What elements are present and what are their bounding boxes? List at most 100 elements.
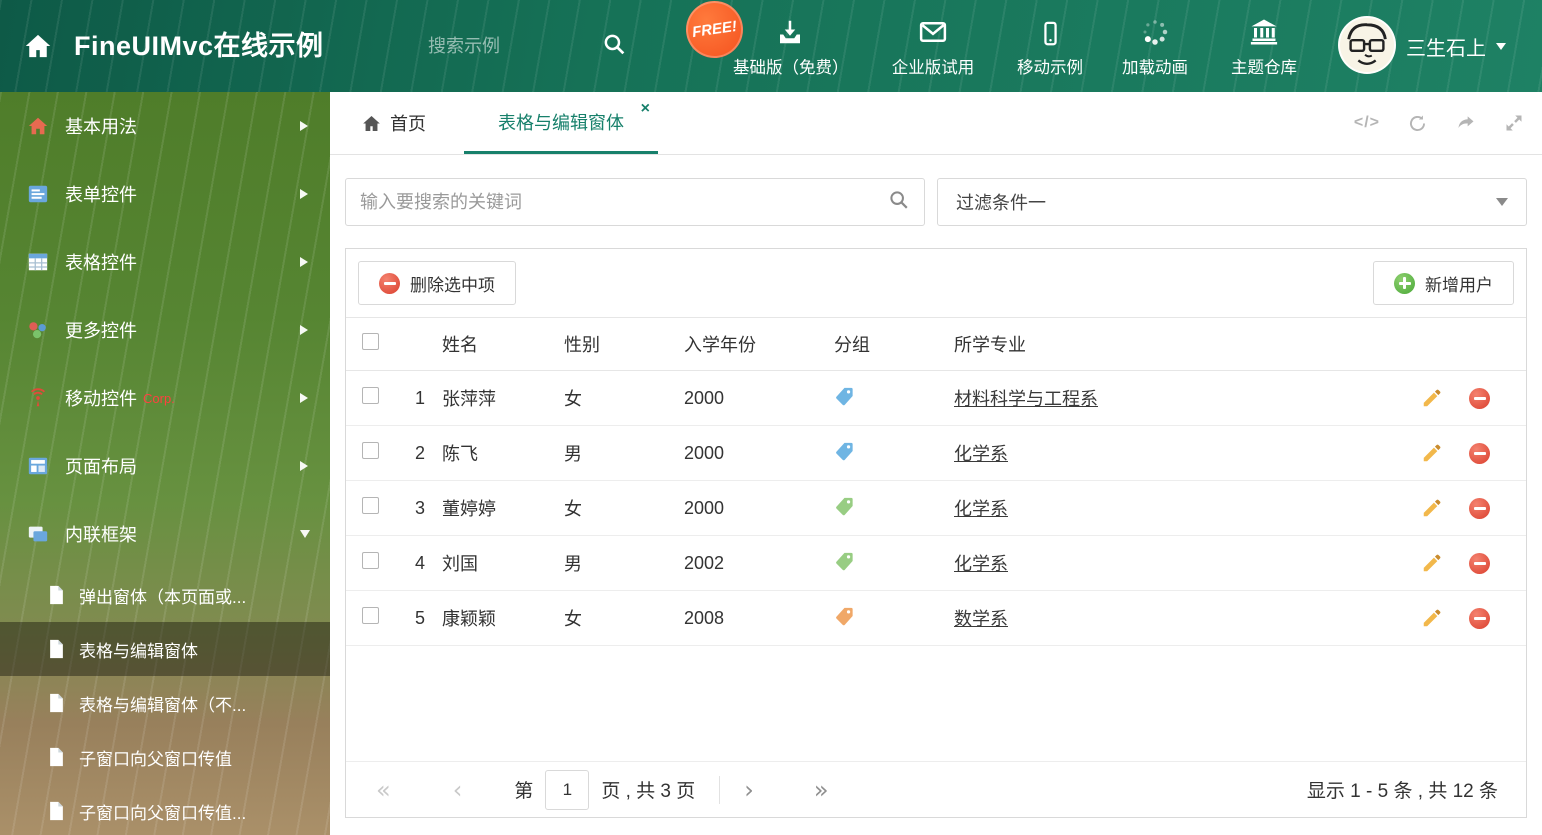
nav-theme-store[interactable]: 主题仓库 — [1212, 13, 1316, 78]
grid-toolbar: 删除选中项 新增用户 — [346, 249, 1526, 317]
chevron-right-icon — [300, 325, 308, 335]
column-header-actions — [1406, 317, 1526, 371]
search-icon[interactable] — [602, 32, 627, 62]
row-index: 1 — [398, 370, 442, 426]
mobile-icon — [1000, 13, 1100, 47]
expand-icon[interactable] — [1504, 113, 1524, 133]
nav-mobile-demo[interactable]: 移动示例 — [1000, 13, 1100, 78]
sidebar-item-mobile-controls[interactable]: 移动控件 Corp. — [0, 364, 330, 432]
sidebar-item-form-controls[interactable]: 表单控件 — [0, 160, 330, 228]
sidebar-item-more-controls[interactable]: 更多控件 — [0, 296, 330, 364]
sidebar-subitem-popup-window[interactable]: 弹出窗体（本页面或... — [0, 568, 330, 622]
column-header-group: 分组 — [834, 317, 954, 371]
sidebar-subitem-child-to-parent[interactable]: 子窗口向父窗口传值 — [0, 730, 330, 784]
prev-page-button[interactable]: ‹ — [453, 778, 463, 802]
cell-gender: 男 — [564, 425, 684, 481]
sidebar-item-grid-controls[interactable]: 表格控件 — [0, 228, 330, 296]
plus-circle-icon — [1394, 272, 1415, 294]
column-header-year: 入学年份 — [684, 317, 834, 371]
delete-icon[interactable] — [1469, 442, 1490, 464]
tab-bar: 首页 表格与编辑窗体 × </> — [330, 92, 1542, 155]
nav-loading-animations[interactable]: 加载动画 — [1105, 13, 1205, 78]
user-avatar[interactable] — [1338, 16, 1396, 74]
table-row[interactable]: 3 董婷婷 女 2000 化学系 — [346, 480, 1526, 536]
page-number-input[interactable] — [545, 769, 590, 810]
file-icon — [48, 693, 66, 714]
row-checkbox[interactable] — [362, 552, 379, 569]
nav-enterprise-trial[interactable]: 企业版试用 — [873, 13, 993, 78]
chevron-down-icon — [300, 530, 310, 538]
page-label: 第 — [514, 781, 534, 802]
major-link[interactable]: 化学系 — [954, 499, 1008, 519]
nav-label: 主题仓库 — [1231, 59, 1297, 77]
filter-dropdown[interactable]: 过滤条件一 — [937, 178, 1527, 226]
nav-basic-version[interactable]: 基础版（免费） — [733, 13, 849, 78]
view-source-icon[interactable]: </> — [1354, 114, 1380, 132]
table-row[interactable]: 2 陈飞 男 2000 化学系 — [346, 425, 1526, 481]
major-link[interactable]: 化学系 — [954, 554, 1008, 574]
search-icon[interactable] — [888, 189, 910, 216]
tab-home[interactable]: 首页 — [362, 92, 426, 154]
delete-icon[interactable] — [1469, 387, 1490, 409]
header-search-input[interactable] — [428, 28, 588, 64]
edit-icon[interactable] — [1421, 607, 1443, 629]
edit-icon[interactable] — [1421, 442, 1443, 464]
delete-selected-button[interactable]: 删除选中项 — [358, 261, 516, 305]
close-icon[interactable]: × — [641, 101, 650, 117]
first-page-button[interactable]: « — [376, 778, 391, 802]
home-icon[interactable] — [24, 32, 52, 65]
column-header-name: 姓名 — [442, 317, 564, 371]
corp-badge: Corp. — [143, 390, 175, 406]
dots-cluster-icon — [26, 318, 50, 342]
row-checkbox[interactable] — [362, 442, 379, 459]
tag-icon — [834, 606, 854, 626]
edit-icon[interactable] — [1421, 497, 1443, 519]
sidebar-item-basic-usage[interactable]: 基本用法 — [0, 92, 330, 160]
delete-icon[interactable] — [1469, 552, 1490, 574]
delete-icon[interactable] — [1469, 497, 1490, 519]
button-label: 新增用户 — [1425, 275, 1493, 295]
table-row[interactable]: 4 刘国 男 2002 化学系 — [346, 535, 1526, 591]
table-row[interactable]: 5 康颖颖 女 2008 数学系 — [346, 590, 1526, 646]
sidebar-item-label: 内联框架 — [65, 525, 137, 545]
keyword-search-box — [345, 178, 925, 226]
next-page-button[interactable]: › — [744, 778, 754, 802]
last-page-button[interactable]: » — [814, 778, 829, 802]
cell-name: 刘国 — [442, 535, 564, 591]
user-menu[interactable]: 三生石上 — [1406, 0, 1506, 92]
row-checkbox[interactable] — [362, 387, 379, 404]
sidebar-subitem-grid-edit-window[interactable]: 表格与编辑窗体 — [0, 622, 330, 676]
row-index: 3 — [398, 480, 442, 536]
sidebar-item-inline-frame[interactable]: 内联框架 — [0, 500, 330, 568]
tag-icon — [834, 441, 854, 461]
sidebar-item-page-layout[interactable]: 页面布局 — [0, 432, 330, 500]
row-index: 4 — [398, 535, 442, 591]
major-link[interactable]: 材料科学与工程系 — [954, 389, 1098, 409]
delete-icon[interactable] — [1469, 607, 1490, 629]
major-link[interactable]: 化学系 — [954, 444, 1008, 464]
sidebar-subitem-label: 表格与编辑窗体（不... — [79, 695, 247, 715]
row-checkbox[interactable] — [362, 497, 379, 514]
users-table: 姓名 性别 入学年份 分组 所学专业 1 张萍萍 女 2000 材料科学与工程系 — [346, 317, 1526, 646]
sidebar-item-label: 表单控件 — [65, 185, 137, 205]
user-name: 三生石上 — [1406, 37, 1486, 60]
keyword-search-input[interactable] — [360, 191, 888, 213]
main-content: 首页 表格与编辑窗体 × </> 过滤条件一 — [330, 92, 1542, 835]
edit-icon[interactable] — [1421, 387, 1443, 409]
select-all-checkbox[interactable] — [362, 333, 379, 350]
row-checkbox[interactable] — [362, 607, 379, 624]
tab-label: 表格与编辑窗体 — [498, 112, 624, 133]
major-link[interactable]: 数学系 — [954, 609, 1008, 629]
edit-icon[interactable] — [1421, 552, 1443, 574]
table-row[interactable]: 1 张萍萍 女 2000 材料科学与工程系 — [346, 370, 1526, 426]
tab-grid-edit-window[interactable]: 表格与编辑窗体 × — [464, 92, 658, 154]
column-header-index — [398, 317, 442, 371]
file-icon — [48, 747, 66, 768]
chevron-right-icon — [300, 189, 308, 199]
cell-year: 2000 — [684, 370, 834, 426]
refresh-icon[interactable] — [1407, 113, 1428, 134]
sidebar-subitem-child-to-parent-2[interactable]: 子窗口向父窗口传值... — [0, 784, 330, 835]
share-icon[interactable] — [1455, 113, 1477, 133]
sidebar-subitem-grid-edit-window-2[interactable]: 表格与编辑窗体（不... — [0, 676, 330, 730]
add-user-button[interactable]: 新增用户 — [1373, 261, 1514, 305]
